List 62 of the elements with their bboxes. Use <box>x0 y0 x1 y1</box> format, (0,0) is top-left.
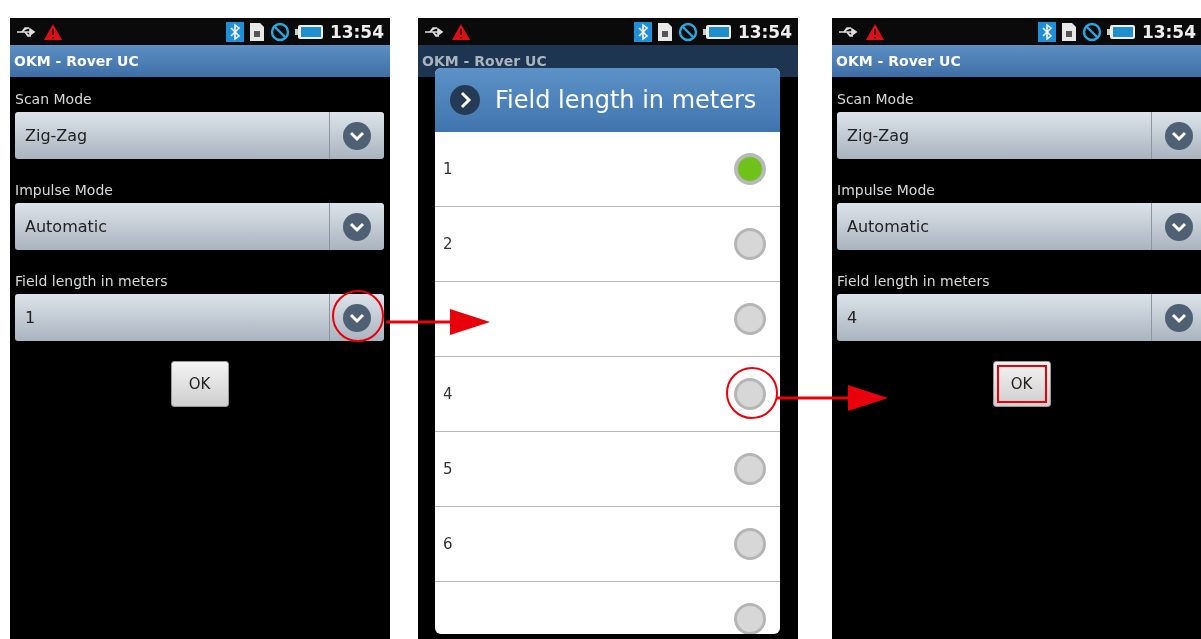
field-label: Impulse Mode <box>837 182 935 198</box>
field-label: Field length in meters <box>837 273 990 289</box>
warning-icon <box>43 22 63 41</box>
dropdown-caret-icon[interactable] <box>1164 211 1194 242</box>
option-row[interactable]: 2 <box>435 207 780 282</box>
radio-button[interactable] <box>734 453 766 485</box>
app-title: OKM - Rover UC <box>836 53 961 69</box>
radio-button[interactable] <box>734 528 766 560</box>
usb-icon <box>424 25 446 38</box>
warning-icon <box>865 22 885 41</box>
dropdown-caret-icon[interactable] <box>1164 302 1194 333</box>
option-row[interactable]: 6 <box>435 507 780 582</box>
dropdown-field[interactable]: Automatic <box>15 203 384 250</box>
sim-card-icon <box>656 21 673 42</box>
option-label: 1 <box>443 160 453 178</box>
radio-button[interactable] <box>734 228 766 260</box>
option-label: 2 <box>443 235 453 253</box>
usb-icon <box>838 25 860 38</box>
dropdown-field[interactable]: Zig-Zag <box>837 112 1201 159</box>
option-label: 6 <box>443 535 453 553</box>
ok-button[interactable]: OK <box>170 361 229 407</box>
field-label: Scan Mode <box>837 91 914 107</box>
battery-icon <box>294 23 323 40</box>
option-label: 5 <box>443 460 453 478</box>
battery-icon <box>702 23 731 40</box>
dropdown-caret-icon[interactable] <box>342 120 372 151</box>
dropdown-caret-icon[interactable] <box>1164 120 1194 151</box>
blocked-icon <box>1081 21 1102 42</box>
bluetooth-icon <box>225 21 244 42</box>
dropdown-field[interactable]: Zig-Zag <box>15 112 384 159</box>
app-title: OKM - Rover UC <box>422 53 547 69</box>
battery-icon <box>1106 23 1135 40</box>
chevron-right-icon <box>449 84 481 116</box>
blocked-icon <box>677 21 698 42</box>
warning-icon <box>451 22 471 41</box>
clock-time: 13:54 <box>1141 21 1196 42</box>
dropdown-field[interactable]: Automatic <box>837 203 1201 250</box>
app-title: OKM - Rover UC <box>14 53 139 69</box>
dialog-title: Field length in meters <box>495 86 757 114</box>
sim-card-icon <box>248 21 265 42</box>
field-label: Scan Mode <box>15 91 92 107</box>
bluetooth-icon <box>1037 21 1056 42</box>
clock-time: 13:54 <box>329 21 384 42</box>
radio-button[interactable] <box>734 303 766 335</box>
radio-button[interactable] <box>734 153 766 185</box>
sim-card-icon <box>1060 21 1077 42</box>
dropdown-field[interactable]: 4 <box>837 294 1201 341</box>
option-row[interactable]: 1 <box>435 132 780 207</box>
option-row[interactable]: 5 <box>435 432 780 507</box>
clock-time: 13:54 <box>737 21 792 42</box>
dropdown-caret-icon[interactable] <box>342 302 372 333</box>
bluetooth-icon <box>633 21 652 42</box>
ok-button[interactable]: OK <box>992 361 1051 407</box>
radio-button[interactable] <box>734 378 766 410</box>
radio-button[interactable] <box>734 603 766 634</box>
field-label: Impulse Mode <box>15 182 113 198</box>
blocked-icon <box>269 21 290 42</box>
option-row[interactable]: 4 <box>435 357 780 432</box>
dropdown-caret-icon[interactable] <box>342 211 372 242</box>
field-label: Field length in meters <box>15 273 168 289</box>
usb-icon <box>16 25 38 38</box>
option-label: 4 <box>443 385 453 403</box>
